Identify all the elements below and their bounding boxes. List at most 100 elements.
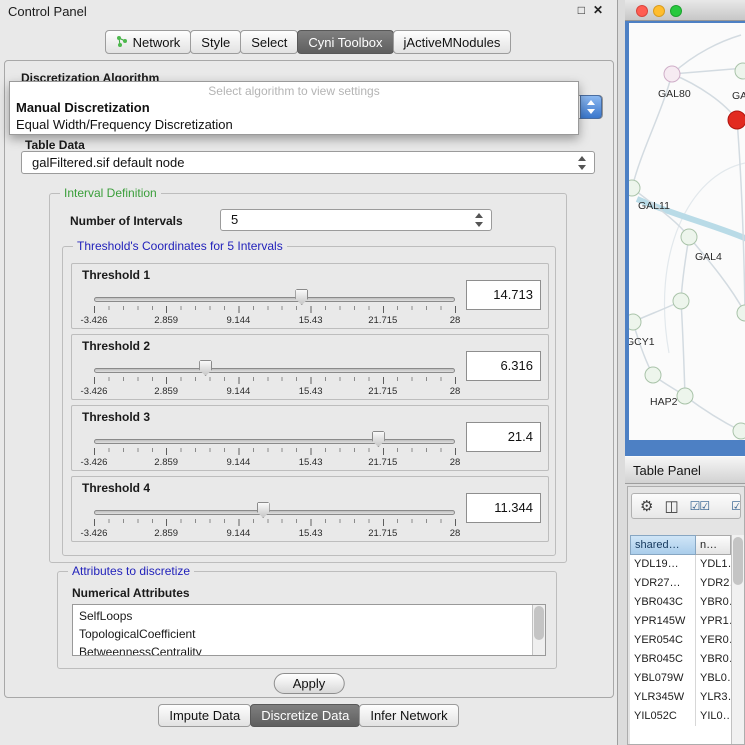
threshold-label: Threshold 4: [82, 481, 150, 495]
threshold-label: Threshold 1: [82, 268, 150, 282]
table-row[interactable]: YIL052CYIL0…: [630, 707, 731, 726]
threshold-slider-thumb[interactable]: [199, 360, 212, 376]
tab-impute-data[interactable]: Impute Data: [158, 704, 251, 727]
table-row[interactable]: YBL079WYBL0…: [630, 669, 731, 688]
network-node[interactable]: [733, 423, 745, 439]
network-node[interactable]: [677, 388, 693, 404]
table-cell[interactable]: YBR043C: [630, 593, 696, 612]
threshold-slider-track[interactable]: [94, 297, 455, 302]
threshold-value-field[interactable]: 6.316: [466, 351, 541, 381]
network-frame: GAL80GAGAL11GAL4GCY1HAP2: [625, 21, 745, 456]
network-window-titlebar[interactable]: [625, 0, 745, 21]
minimize-button[interactable]: [653, 5, 665, 17]
network-edge: [681, 237, 689, 301]
network-node[interactable]: [664, 66, 680, 82]
threshold-value-field[interactable]: 14.713: [466, 280, 541, 310]
network-edge: [685, 396, 741, 431]
tab-discretize-data[interactable]: Discretize Data: [250, 704, 360, 727]
table-cell[interactable]: YBL0…: [696, 669, 731, 688]
table-cell[interactable]: YLR345W: [630, 688, 696, 707]
table-header-row: shared… n…: [630, 535, 731, 555]
dropdown-option-equal-width[interactable]: Equal Width/Frequency Discretization: [16, 117, 233, 132]
network-canvas[interactable]: GAL80GAGAL11GAL4GCY1HAP2: [629, 23, 745, 440]
table-cell[interactable]: YLR3…: [696, 688, 731, 707]
scale-tick-label: 15.43: [299, 315, 323, 326]
tab-style[interactable]: Style: [190, 30, 241, 54]
table-cell[interactable]: YER054C: [630, 631, 696, 650]
network-node[interactable]: [681, 229, 697, 245]
column-header-name[interactable]: n…: [696, 535, 731, 555]
table-cell[interactable]: YPR1…: [696, 612, 731, 631]
table-cell[interactable]: YDR27…: [630, 574, 696, 593]
scrollbar-thumb[interactable]: [733, 537, 743, 585]
table-cell[interactable]: YBR0…: [696, 593, 731, 612]
network-node[interactable]: [629, 180, 640, 196]
table-row[interactable]: YBR045CYBR0…: [630, 650, 731, 669]
network-node[interactable]: [629, 314, 641, 330]
close-button[interactable]: [636, 5, 648, 17]
scale-tick-label: 9.144: [227, 528, 251, 539]
threshold-label: Threshold 3: [82, 410, 150, 424]
tab-jactivemnodules[interactable]: jActiveMNodules: [393, 30, 512, 54]
network-node[interactable]: [645, 367, 661, 383]
network-node-label: GAL4: [695, 251, 722, 263]
table-scrollbar[interactable]: [731, 535, 744, 744]
table-cell[interactable]: YDL1…: [696, 555, 731, 574]
list-item[interactable]: SelfLoops: [73, 607, 531, 625]
tab-cyni-toolbox[interactable]: Cyni Toolbox: [297, 30, 393, 54]
number-of-intervals-combo[interactable]: 5: [220, 209, 492, 231]
table-cell[interactable]: YBR0…: [696, 650, 731, 669]
table-cell[interactable]: YPR145W: [630, 612, 696, 631]
table-cell[interactable]: YBL079W: [630, 669, 696, 688]
zoom-button[interactable]: [670, 5, 682, 17]
control-panel-title: Control Panel: [8, 4, 87, 19]
network-node[interactable]: [728, 111, 745, 129]
column-header-shared-name[interactable]: shared…: [630, 535, 696, 555]
threshold-value-field[interactable]: 11.344: [466, 493, 541, 523]
table-cell[interactable]: YIL052C: [630, 707, 696, 726]
table-cell[interactable]: YER0…: [696, 631, 731, 650]
table-cell[interactable]: YDL19…: [630, 555, 696, 574]
gear-icon[interactable]: ⚙: [640, 499, 653, 514]
table-cell[interactable]: YIL0…: [696, 707, 731, 726]
list-item[interactable]: TopologicalCoefficient: [73, 625, 531, 643]
tab-network[interactable]: Network: [105, 30, 192, 54]
scale-tick-label: 15.43: [299, 386, 323, 397]
network-node[interactable]: [673, 293, 689, 309]
combo-arrows-icon[interactable]: [580, 95, 602, 119]
select-all-icon[interactable]: ☑☑: [690, 500, 710, 512]
tab-select[interactable]: Select: [240, 30, 298, 54]
threshold-slider-track[interactable]: [94, 510, 455, 515]
scale-tick-label: 2.859: [154, 528, 178, 539]
select-icon[interactable]: ☑: [731, 500, 741, 512]
network-node[interactable]: [735, 63, 745, 79]
dropdown-prompt: Select algorithm to view settings: [10, 84, 578, 98]
tab-infer-network[interactable]: Infer Network: [359, 704, 458, 727]
list-item[interactable]: BetweennessCentrality: [73, 643, 531, 656]
table-cell[interactable]: YBR045C: [630, 650, 696, 669]
list-scrollbar[interactable]: [532, 605, 545, 655]
apply-button[interactable]: Apply: [274, 673, 345, 694]
threshold-value-field[interactable]: 21.4: [466, 422, 541, 452]
table-row[interactable]: YBR043CYBR0…: [630, 593, 731, 612]
threshold-slider-thumb[interactable]: [372, 431, 385, 447]
network-node[interactable]: [737, 305, 745, 321]
scale-tick-label: 15.43: [299, 528, 323, 539]
threshold-slider-track[interactable]: [94, 368, 455, 373]
threshold-slider-thumb[interactable]: [295, 289, 308, 305]
threshold-slider-thumb[interactable]: [257, 502, 270, 518]
table-row[interactable]: YER054CYER0…: [630, 631, 731, 650]
columns-icon[interactable]: ◫: [664, 499, 678, 514]
table-cell[interactable]: YDR2…: [696, 574, 731, 593]
table-row[interactable]: YDL19…YDL1…: [630, 555, 731, 574]
scrollbar-thumb[interactable]: [534, 606, 544, 640]
table-data-combo[interactable]: galFiltered.sif default node: [21, 151, 595, 174]
table-row[interactable]: YLR345WYLR3…: [630, 688, 731, 707]
threshold-slider-track[interactable]: [94, 439, 455, 444]
float-window-icon[interactable]: □: [578, 3, 585, 17]
scale-tick-label: 28: [450, 528, 461, 539]
dropdown-option-manual[interactable]: Manual Discretization: [16, 100, 150, 115]
close-icon[interactable]: ✕: [593, 3, 603, 17]
table-row[interactable]: YPR145WYPR1…: [630, 612, 731, 631]
table-row[interactable]: YDR27…YDR2…: [630, 574, 731, 593]
